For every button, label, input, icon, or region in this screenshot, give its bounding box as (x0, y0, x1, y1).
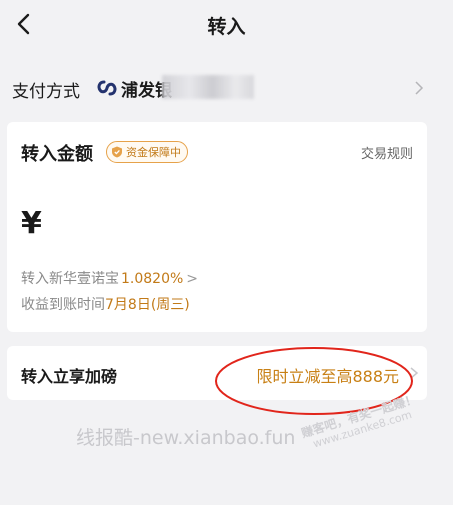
shield-icon (112, 146, 122, 158)
arrival-label: 收益到账时间 (21, 297, 105, 313)
arrival-time: 收益到账时间7月8日(周三) (21, 294, 190, 314)
payment-method-label: 支付方式 (12, 82, 80, 102)
arrival-date: 7月8日(周三) (105, 297, 190, 313)
chevron-right-icon (415, 81, 424, 95)
annual-rate: 1.0820% (121, 271, 184, 287)
amount-input[interactable]: ¥ (21, 206, 42, 241)
badge-text: 资金保障中 (126, 146, 181, 159)
trade-rules-link[interactable]: 交易规则 (361, 143, 413, 162)
fund-protection-badge: 资金保障中 (106, 141, 188, 163)
amount-card: 转入金额 资金保障中 交易规则 ¥ 转入新华壹诺宝 1.0820% > 收益到账时间… (7, 122, 427, 332)
promo-label: 转入立享加磅 (21, 367, 118, 386)
spdb-logo-icon (97, 80, 117, 96)
redacted-account-mask (162, 75, 254, 99)
header: 转入 (0, 0, 453, 50)
product-name: 转入新华壹诺宝 (21, 271, 119, 287)
site-watermark: 线报酷-new.xianbao.fun (76, 427, 296, 449)
payment-method-row[interactable]: 支付方式 浦发银 (0, 62, 453, 114)
rate-chevron-icon: > (186, 271, 199, 287)
product-rate-link[interactable]: 转入新华壹诺宝 1.0820% > (21, 268, 198, 288)
amount-title: 转入金额 (21, 144, 93, 165)
page-title: 转入 (207, 16, 246, 38)
